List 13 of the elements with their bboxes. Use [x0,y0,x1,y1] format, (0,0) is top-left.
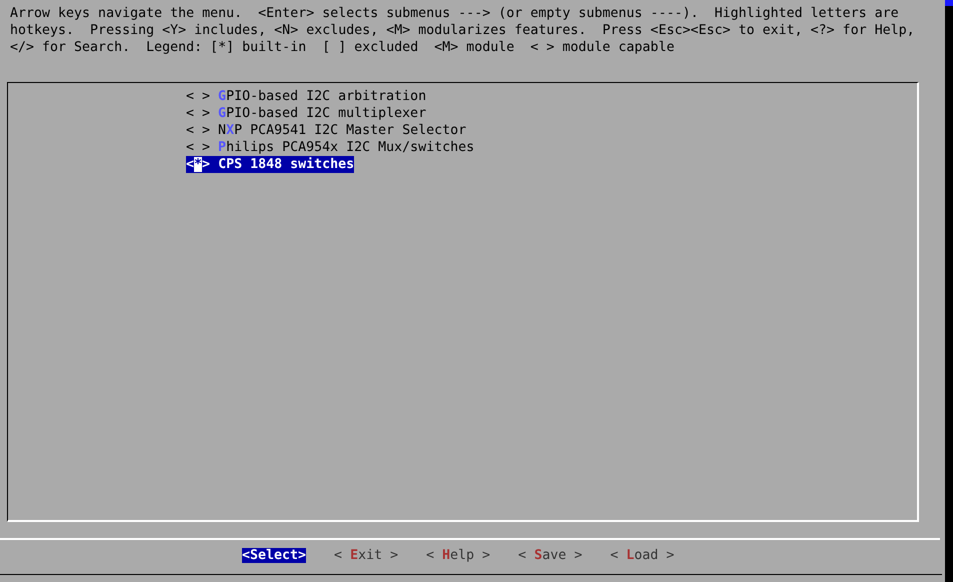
dialog-button[interactable]: < Exit > [334,548,398,563]
menu-item[interactable]: < > GPIO-based I2C multiplexer [186,105,426,122]
dialog-button[interactable]: <Select> [242,548,306,563]
help-text: </> for Search. Legend: [*] built-in [ ] excluded <M> module < > module capable [10,39,674,56]
dialog-button[interactable]: < Help > [426,548,490,563]
help-text: hotkeys. Pressing <Y> includes, <N> excludes, <M> modularizes features. Press <Esc><Esc> to exit, <?> for Help, [10,22,915,39]
help-text: Arrow keys navigate the menu. <Enter> selects submenus ---> (or empty submenus ----). Highlighted letters are [10,5,899,22]
dialog-button[interactable]: < Load > [610,548,674,563]
menu-item[interactable]: < > NXP PCA9541 I2C Master Selector [186,122,466,139]
menu-item[interactable]: < > GPIO-based I2C arbitration [186,88,426,105]
dialog-button[interactable]: < Save > [518,548,582,563]
menu-item[interactable]: < > Philips PCA954x I2C Mux/switches [186,139,474,156]
menu-item[interactable]: <*> CPS 1848 switches [186,156,354,173]
